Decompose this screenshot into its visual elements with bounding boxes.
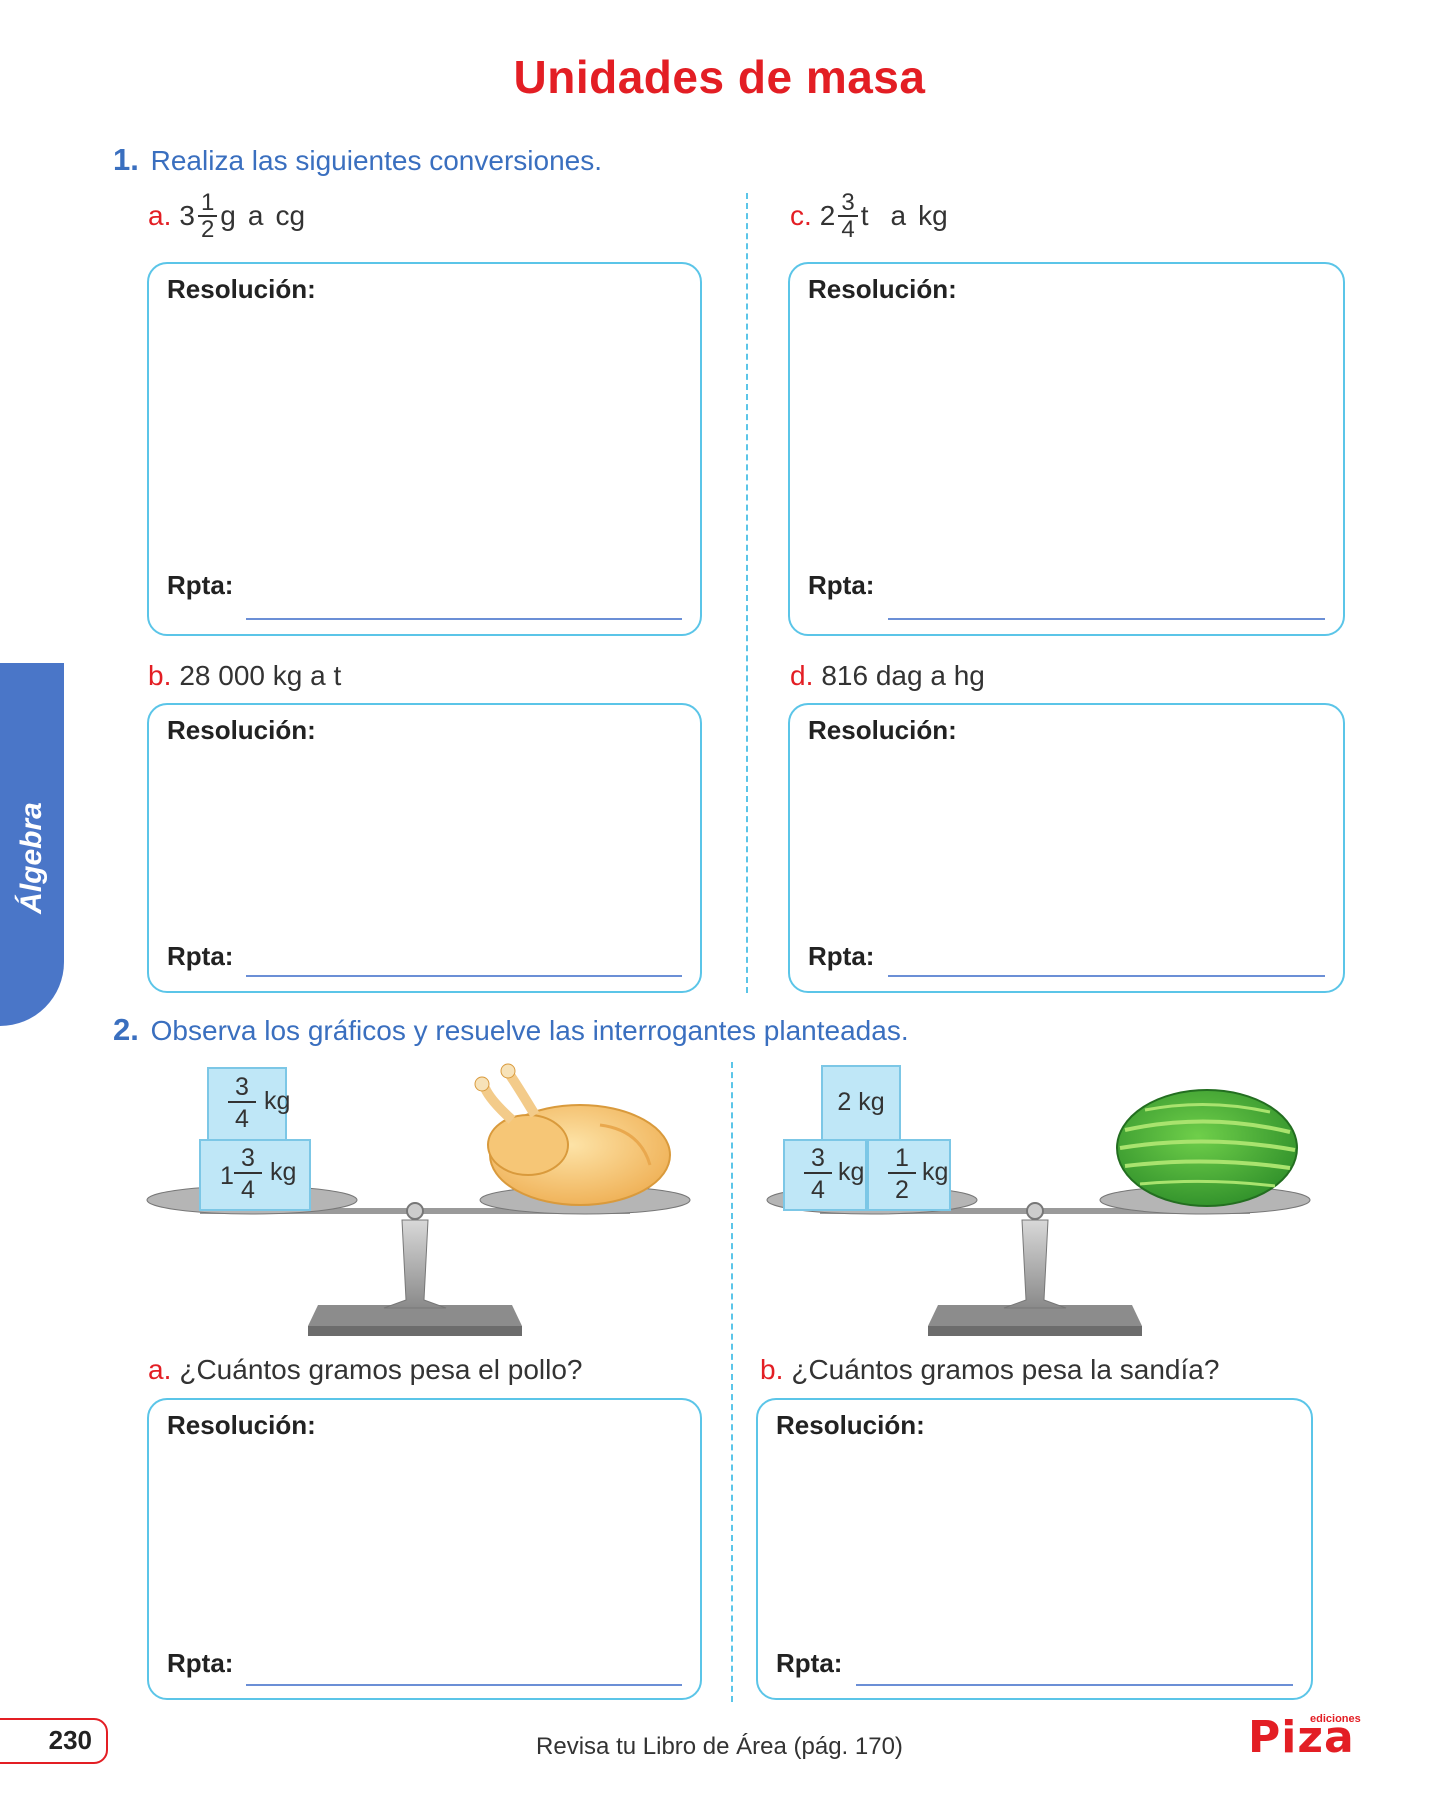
section-2-instruction: Observa los gráficos y resuelve las inte… [150, 1015, 909, 1046]
block-bottom-whole: 1 [220, 1162, 234, 1190]
roast-chicken-icon [474, 1063, 671, 1206]
side-tab-label: Álgebra [15, 802, 48, 914]
item-1a-unit: g [220, 200, 236, 231]
item-1c-fraction: 3 4 [838, 190, 858, 243]
item-1a-connector: a [247, 200, 264, 231]
item-1d-label: d. 816 dag a hg [790, 660, 985, 692]
scale-stand-icon [1003, 1219, 1067, 1309]
logo-small-text: ediciones [1310, 1713, 1361, 1725]
answer-box-1b[interactable]: Resolución: Rpta: [147, 703, 702, 993]
item-1b-label: b. 28 000 kg a t [148, 660, 341, 692]
answer-line[interactable] [246, 975, 682, 977]
watermelon-icon [1116, 1089, 1298, 1207]
item-1a-numerator: 1 [197, 190, 218, 217]
item-1c-label: c. 2 3 4 t a kg [790, 190, 948, 242]
section-1-number: 1. [113, 142, 139, 177]
answer-line[interactable] [888, 975, 1325, 977]
block-right-unit: kg [922, 1158, 948, 1186]
item-1b-text: 28 000 kg a t [179, 660, 342, 691]
block-right-numerator: 1 [895, 1144, 909, 1172]
section-1-instruction: Realiza las siguientes conversiones. [150, 145, 602, 176]
section-1-divider [746, 193, 748, 993]
resolution-label: Resolución: [808, 274, 957, 304]
answer-label: Rpta: [167, 570, 234, 600]
item-1a-whole: 3 [179, 200, 195, 231]
item-2b-label: b. ¿Cuántos gramos pesa la sandía? [760, 1354, 1219, 1386]
section-2-heading: 2. Observa los gráficos y resuelve las i… [113, 1012, 909, 1048]
block-bottom-unit: kg [270, 1158, 296, 1186]
balance-scale-watermelon: 2 kg 3 4 kg 1 2 kg [766, 1065, 1311, 1336]
item-1d-text: 816 dag a hg [821, 660, 985, 691]
resolution-label: Resolución: [808, 715, 957, 745]
side-tab-algebra: Álgebra [0, 663, 64, 1026]
answer-label: Rpta: [167, 1648, 234, 1678]
resolution-label: Resolución: [167, 715, 316, 745]
block-top-text: 2 kg [837, 1088, 884, 1116]
item-1a-label: a. 3 1 2 g a cg [148, 190, 305, 242]
resolution-label: Resolución: [167, 1410, 316, 1440]
answer-box-1c[interactable]: Resolución: Rpta: [788, 262, 1345, 636]
item-2a-label: a. ¿Cuántos gramos pesa el pollo? [148, 1354, 582, 1386]
item-2b-question: ¿Cuántos gramos pesa la sandía? [791, 1354, 1220, 1385]
answer-label: Rpta: [776, 1648, 843, 1678]
footer-reference: Revisa tu Libro de Área (pág. 170) [536, 1733, 903, 1760]
block-left-numerator: 3 [811, 1144, 825, 1172]
answer-label: Rpta: [808, 941, 875, 971]
answer-box-2a[interactable]: Resolución: Rpta: [147, 1398, 702, 1700]
answer-box-1a[interactable]: Resolución: Rpta: [147, 262, 702, 636]
answer-line[interactable] [246, 1684, 682, 1686]
section-1-heading: 1. Realiza las siguientes conversiones. [113, 142, 602, 178]
resolution-label: Resolución: [776, 1410, 925, 1440]
item-1a-target: cg [275, 200, 306, 231]
block-top-denominator: 4 [235, 1105, 249, 1133]
block-top-numerator: 3 [235, 1073, 249, 1101]
scale-pivot-icon [1026, 1202, 1044, 1220]
item-1c-whole: 2 [819, 200, 836, 231]
item-1a-denominator: 2 [200, 216, 215, 243]
block-bottom-denominator: 4 [241, 1176, 255, 1204]
item-1c-numerator: 3 [838, 190, 858, 217]
answer-label: Rpta: [808, 570, 875, 600]
resolution-label: Resolución: [167, 274, 316, 304]
block-bottom-numerator: 3 [241, 1144, 255, 1172]
item-1c-denominator: 4 [841, 216, 855, 243]
scale-stand-icon [383, 1219, 447, 1309]
item-2a-question: ¿Cuántos gramos pesa el pollo? [179, 1354, 583, 1385]
answer-label: Rpta: [167, 941, 234, 971]
page-title: Unidades de masa [513, 51, 926, 103]
item-2b-letter: b. [760, 1354, 784, 1385]
scale-pivot-icon [406, 1202, 424, 1220]
balance-scale-chicken: 3 4 kg 1 3 4 kg [146, 1063, 691, 1336]
block-left-unit: kg [838, 1158, 864, 1186]
answer-box-2b[interactable]: Resolución: Rpta: [756, 1398, 1313, 1700]
item-1c-connector: a [890, 200, 907, 231]
item-1c-letter: c. [790, 200, 812, 231]
block-right-denominator: 2 [895, 1176, 909, 1204]
answer-line[interactable] [246, 618, 682, 620]
item-1c-unit: t [860, 200, 869, 231]
answer-line[interactable] [888, 618, 1325, 620]
publisher-logo: ediciones Piza [1248, 1712, 1361, 1763]
section-2-number: 2. [113, 1012, 139, 1047]
item-1a-letter: a. [148, 200, 172, 231]
section-2-divider [731, 1062, 733, 1702]
block-left-denominator: 4 [811, 1176, 825, 1204]
item-1a-fraction: 1 2 [197, 190, 218, 243]
item-1d-letter: d. [790, 660, 814, 691]
block-top-unit: kg [264, 1087, 290, 1115]
scale-base-foot-icon [928, 1326, 1142, 1336]
answer-line[interactable] [856, 1684, 1293, 1686]
answer-box-1d[interactable]: Resolución: Rpta: [788, 703, 1345, 993]
item-1b-letter: b. [148, 660, 172, 691]
scale-base-foot-icon [308, 1326, 522, 1336]
item-2a-letter: a. [148, 1354, 172, 1385]
item-1c-target: kg [918, 200, 948, 231]
